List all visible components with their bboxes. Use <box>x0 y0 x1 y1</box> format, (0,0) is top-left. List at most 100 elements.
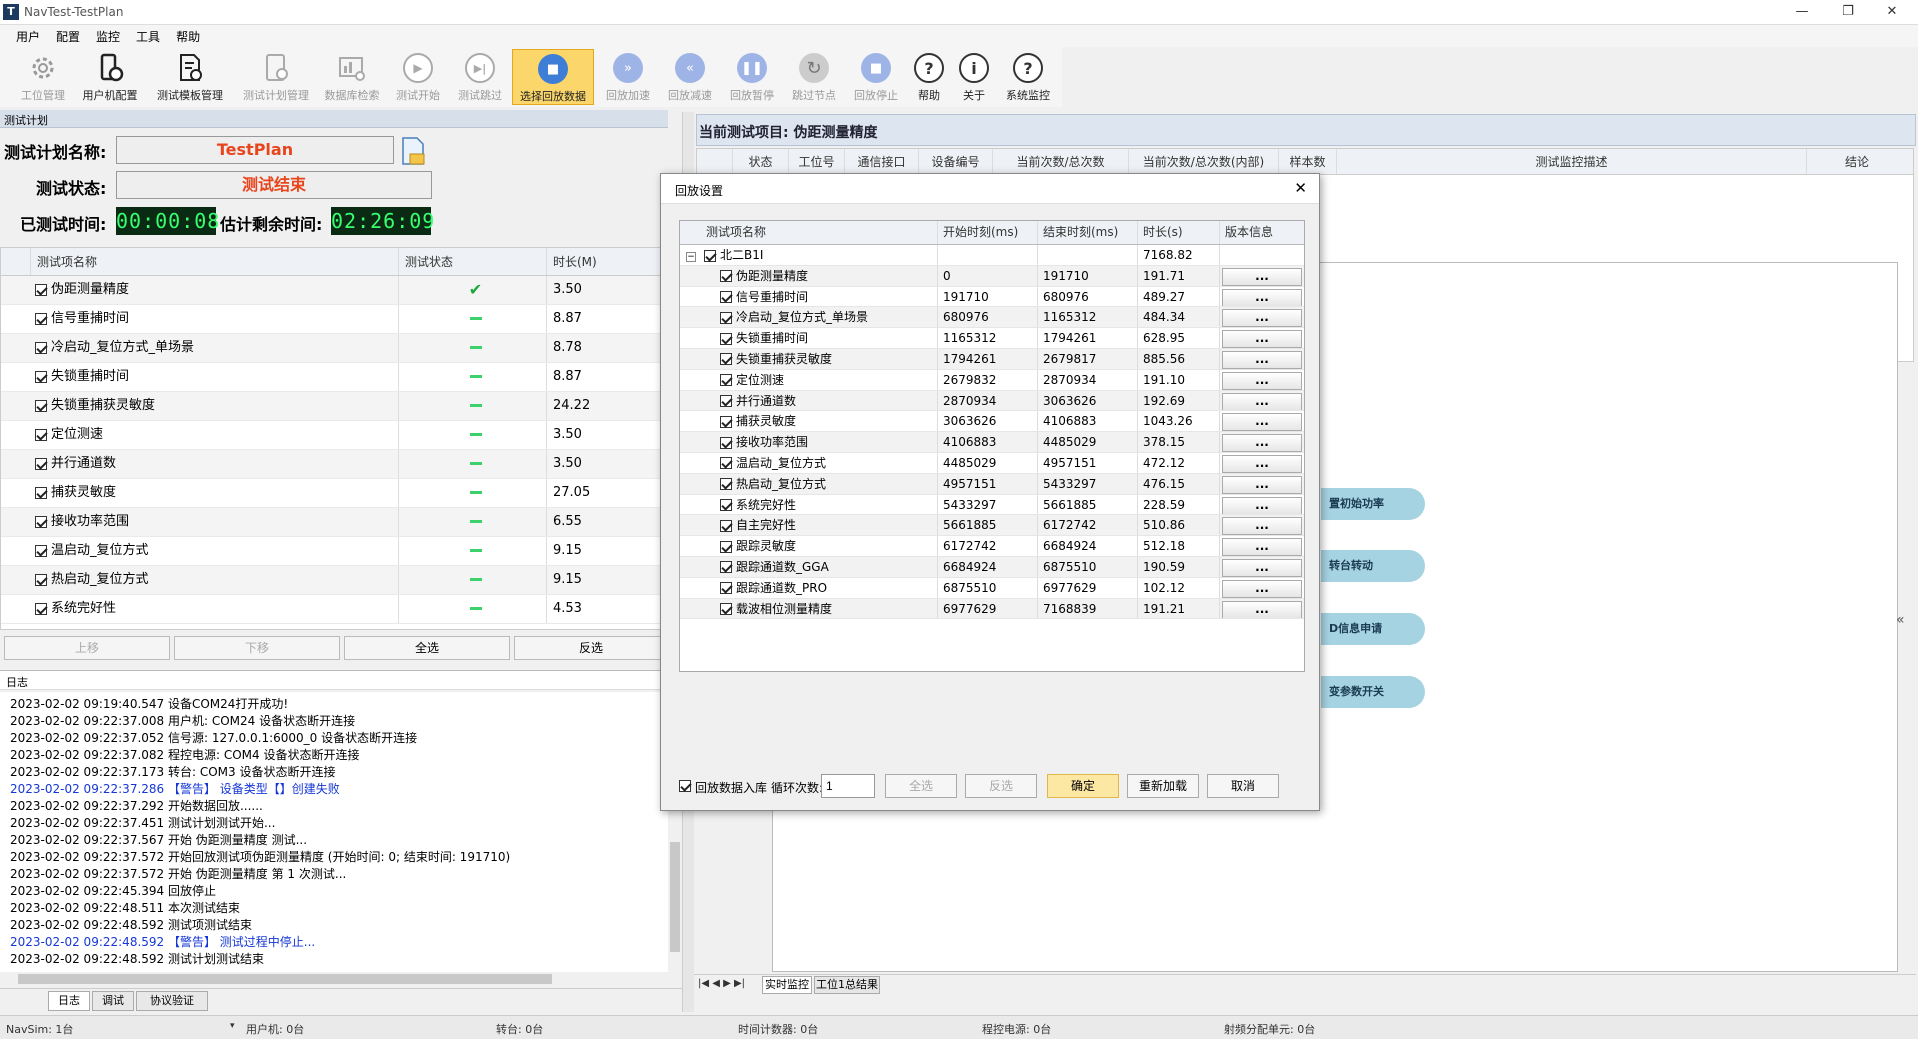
version-info-button[interactable]: ... <box>1222 371 1302 390</box>
menu-user[interactable]: 用户 <box>8 25 48 45</box>
column-header-version[interactable]: 版本信息 <box>1220 221 1304 244</box>
replay-item-checkbox[interactable] <box>720 270 732 283</box>
replay-item-row[interactable]: 跟踪通道数_GGA 6684924 6875510 190.59... <box>680 556 1304 578</box>
column-header-item-name[interactable]: 测试项名称 <box>680 221 938 244</box>
version-info-button[interactable]: ... <box>1222 496 1302 515</box>
replay-item-checkbox[interactable] <box>720 311 732 324</box>
column-header-interface[interactable]: 通信接口 <box>845 149 919 174</box>
menu-tools[interactable]: 工具 <box>128 25 168 45</box>
replay-item-row[interactable]: 温启动_复位方式 4485029 4957151 472.12... <box>680 452 1304 474</box>
version-info-button[interactable]: ... <box>1222 267 1302 286</box>
toolbar-station-management[interactable]: 工位管理 <box>14 49 72 105</box>
test-item-row[interactable]: 定位测速 3.50 <box>1 421 667 450</box>
flow-node-info-request[interactable]: D信息申请 <box>1321 613 1425 645</box>
test-item-row[interactable]: 捕获灵敏度 27.05 <box>1 479 667 508</box>
menu-config[interactable]: 配置 <box>48 25 88 45</box>
test-item-row[interactable]: 失锁重捕时间 8.87 <box>1 363 667 392</box>
version-info-button[interactable]: ... <box>1222 600 1302 619</box>
replay-item-checkbox[interactable] <box>720 457 732 470</box>
replay-item-checkbox[interactable] <box>720 353 732 366</box>
toolbar-skip-node[interactable]: ↻ 跳过节点 <box>786 49 842 105</box>
test-item-checkbox[interactable] <box>35 573 47 586</box>
replay-item-row[interactable]: 失锁重捕时间 1165312 1794261 628.95... <box>680 328 1304 349</box>
replay-item-row[interactable]: 捕获灵敏度 3063626 4106883 1043.26... <box>680 411 1304 433</box>
test-item-checkbox[interactable] <box>35 457 47 470</box>
test-item-row[interactable]: 冷启动_复位方式_单场景 8.78 <box>1 334 667 363</box>
invert-selection-button[interactable]: 反选 <box>514 636 668 660</box>
toolbar-replay-slowdown[interactable]: « 回放减速 <box>662 49 718 105</box>
toolbar-plan-management[interactable]: 测试计划管理 <box>236 49 316 105</box>
dialog-select-all-button[interactable]: 全选 <box>885 774 957 798</box>
replay-item-row[interactable]: 伪距测量精度 0 191710 191.71... <box>680 265 1304 287</box>
version-info-button[interactable]: ... <box>1222 558 1302 577</box>
column-header-station[interactable]: 工位号 <box>789 149 845 174</box>
replay-item-row[interactable]: 冷启动_复位方式_单场景 680976 1165312 484.34... <box>680 307 1304 329</box>
toolbar-system-monitor[interactable]: ? 系统监控 <box>1000 49 1056 105</box>
replay-item-checkbox[interactable] <box>720 478 732 491</box>
test-item-row[interactable]: 系统完好性 4.53 <box>1 595 667 624</box>
move-up-button[interactable]: 上移 <box>4 636 170 660</box>
log-horizontal-scrollbar[interactable] <box>0 972 682 986</box>
toolbar-user-device-config[interactable]: 用户机配置 <box>76 49 144 105</box>
column-header-status[interactable]: 状态 <box>733 149 789 174</box>
dialog-invert-button[interactable]: 反选 <box>965 774 1037 798</box>
dialog-cancel-button[interactable]: 取消 <box>1207 774 1279 798</box>
toolbar-select-replay-data[interactable]: ■ 选择回放数据 <box>512 49 594 105</box>
column-header-duration-s[interactable]: 时长(s) <box>1138 221 1220 244</box>
column-header-end-ms[interactable]: 结束时刻(ms) <box>1038 221 1138 244</box>
toolbar-help[interactable]: ? 帮助 <box>910 49 948 105</box>
toolbar-database-search[interactable]: 数据库检索 <box>320 49 384 105</box>
replay-item-checkbox[interactable] <box>720 291 732 304</box>
replay-item-row[interactable]: 自主完好性 5661885 6172742 510.86... <box>680 515 1304 537</box>
restore-icon[interactable]: ❐ <box>1828 2 1868 22</box>
close-icon[interactable]: ✕ <box>1872 2 1912 22</box>
toolbar-replay-stop[interactable]: ■ 回放停止 <box>848 49 904 105</box>
replay-item-row[interactable]: 信号重捕时间 191710 680976 489.27... <box>680 286 1304 308</box>
version-info-button[interactable]: ... <box>1222 538 1302 556</box>
replay-item-row[interactable]: 跟踪灵敏度 6172742 6684924 512.18... <box>680 536 1304 557</box>
collapse-panel-icon[interactable]: « <box>1896 612 1916 642</box>
toolbar-template-management[interactable]: 测试模板管理 <box>150 49 230 105</box>
select-all-button[interactable]: 全选 <box>344 636 510 660</box>
column-header-device-id[interactable]: 设备编号 <box>919 149 993 174</box>
collapse-icon[interactable]: − <box>686 252 696 262</box>
status-dropdown-icon[interactable]: ▾ <box>230 1021 235 1031</box>
tab-nav-arrows-icon[interactable]: |◀ ◀ ▶ ▶| <box>698 978 745 989</box>
replay-item-row[interactable]: 系统完好性 5433297 5661885 228.59... <box>680 494 1304 516</box>
version-info-button[interactable]: ... <box>1222 288 1302 307</box>
test-item-checkbox[interactable] <box>35 312 47 325</box>
tab-realtime-monitor[interactable]: 实时监控 <box>762 976 812 994</box>
toolbar-replay-speedup[interactable]: » 回放加速 <box>600 49 656 105</box>
replay-item-checkbox[interactable] <box>720 374 732 387</box>
replay-item-checkbox[interactable] <box>720 436 732 449</box>
column-header-name[interactable]: 测试项名称 <box>31 248 399 275</box>
column-header-start-ms[interactable]: 开始时刻(ms) <box>938 221 1038 244</box>
version-info-button[interactable]: ... <box>1222 434 1302 452</box>
column-header-count[interactable]: 当前次数/总次数 <box>993 149 1129 174</box>
replay-item-checkbox[interactable] <box>720 519 732 532</box>
replay-item-row[interactable]: 并行通道数 2870934 3063626 192.69... <box>680 390 1304 412</box>
column-header-status[interactable]: 测试状态 <box>399 248 547 275</box>
test-item-row[interactable]: 伪距测量精度 ✔ 3.50 <box>1 276 667 305</box>
tab-station1-result[interactable]: 工位1总结果 <box>814 976 880 994</box>
column-header-count-internal[interactable]: 当前次数/总次数(内部) <box>1129 149 1279 174</box>
toolbar-test-skip[interactable]: ▶| 测试跳过 <box>452 49 508 105</box>
replay-item-row[interactable]: 跟踪通道数_PRO 6875510 6977629 102.12... <box>680 577 1304 599</box>
version-info-button[interactable]: ... <box>1222 579 1302 598</box>
test-item-checkbox[interactable] <box>35 283 47 296</box>
version-info-button[interactable]: ... <box>1222 309 1302 328</box>
replay-item-checkbox[interactable] <box>720 603 732 616</box>
toolbar-test-start[interactable]: ▶ 测试开始 <box>392 49 444 105</box>
replay-item-row[interactable]: 失锁重捕获灵敏度 1794261 2679817 885.56... <box>680 348 1304 370</box>
replay-group-row[interactable]: − 北二B1I 7168.82 <box>680 245 1304 266</box>
replay-item-checkbox[interactable] <box>720 415 732 428</box>
test-item-checkbox[interactable] <box>35 544 47 557</box>
test-item-checkbox[interactable] <box>35 602 47 615</box>
menu-help[interactable]: 帮助 <box>168 25 208 45</box>
tab-protocol-verify[interactable]: 协议验证 <box>136 991 208 1011</box>
test-item-row[interactable]: 信号重捕时间 8.87 <box>1 305 667 334</box>
loop-count-input[interactable] <box>821 774 875 798</box>
dialog-reload-button[interactable]: 重新加载 <box>1127 774 1199 798</box>
menu-monitor[interactable]: 监控 <box>88 25 128 45</box>
dialog-close-icon[interactable]: ✕ <box>1294 179 1307 197</box>
